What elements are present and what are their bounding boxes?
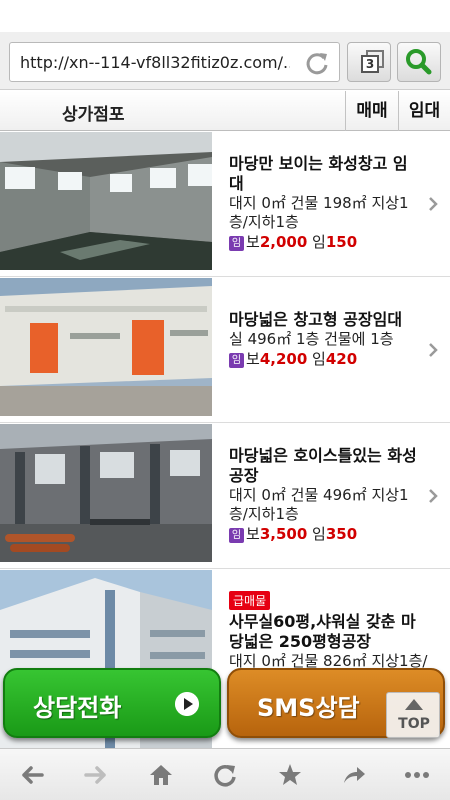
category-bar: 상가점포 매매 임대 (0, 91, 450, 131)
rent-badge: 임 (229, 353, 244, 368)
rent-value: 150 (325, 233, 358, 251)
address-bar[interactable]: http://xn--114-vf8ll32fitiz0z.com/... (9, 42, 340, 82)
rent-badge: 임 (229, 528, 244, 543)
sms-consult-label: SMS상담 (257, 694, 360, 722)
listing-price: 임 보3,500 임350 (229, 524, 419, 544)
scroll-top-label: TOP (398, 716, 430, 732)
listing-desc: 실 496㎡ 1층 건물에 1층 (229, 330, 394, 348)
deposit-label: 보 (246, 525, 260, 543)
listing-info: 마당만 보이는 화성창고 임대 대지 0㎡ 건물 198㎡ 지상1층/지하1층 … (229, 154, 419, 252)
deposit-value: 3,500 (259, 525, 308, 543)
deposit-label: 보 (246, 233, 260, 251)
browser-bottom-toolbar (0, 748, 450, 800)
listing-info: 마당넓은 창고형 공장임대 실 496㎡ 1층 건물에 1층 임 보4,200 임… (229, 310, 419, 369)
reload-icon[interactable] (303, 49, 331, 77)
arrow-up-icon (405, 699, 423, 710)
rent-badge: 임 (229, 236, 244, 251)
tab-switcher-button[interactable]: 3 (347, 42, 391, 82)
listing-info: 마당넓은 호이스틀있는 화성공장 대지 0㎡ 건물 496㎡ 지상1층/지하1층… (229, 446, 419, 544)
refresh-icon[interactable] (211, 761, 239, 789)
share-icon[interactable] (340, 761, 368, 789)
listing-price: 임 보4,200 임420 (229, 349, 419, 369)
rent-value: 350 (325, 525, 358, 543)
tab-count: 3 (361, 55, 379, 73)
listing-item[interactable]: 마당넓은 창고형 공장임대 실 496㎡ 1층 건물에 1층 임 보4,200 임… (0, 278, 450, 423)
call-consult-button[interactable]: 상담전화 (3, 668, 221, 738)
listing-title: 사무실60평,샤워실 갖춘 마당넓은 250평형공장 (229, 612, 416, 651)
tab-sale[interactable]: 매매 (345, 91, 398, 131)
deposit-value: 2,000 (259, 233, 308, 251)
listing-photo (0, 424, 212, 562)
back-icon[interactable] (18, 761, 46, 789)
rent-label: 임 (312, 233, 326, 251)
listing-price: 임 보2,000 임150 (229, 232, 419, 252)
url-text[interactable]: http://xn--114-vf8ll32fitiz0z.com/... (20, 53, 290, 72)
category-title: 상가점포 (62, 105, 125, 125)
tab-rent[interactable]: 임대 (398, 91, 450, 131)
forward-icon[interactable] (82, 761, 110, 789)
rent-label: 임 (312, 350, 326, 368)
chevron-right-icon (429, 489, 438, 503)
chevron-right-icon (429, 343, 438, 357)
home-icon[interactable] (147, 761, 175, 789)
call-consult-label: 상담전화 (33, 694, 122, 722)
listing-item[interactable]: 마당만 보이는 화성창고 임대 대지 0㎡ 건물 198㎡ 지상1층/지하1층 … (0, 132, 450, 277)
listing-item[interactable]: 마당넓은 호이스틀있는 화성공장 대지 0㎡ 건물 496㎡ 지상1층/지하1층… (0, 424, 450, 569)
listing-title: 마당만 보이는 화성창고 임대 (229, 154, 408, 193)
play-icon (175, 692, 199, 716)
deposit-value: 4,200 (259, 350, 308, 368)
search-icon (406, 49, 432, 75)
listing-photo (0, 132, 212, 270)
listing-title: 마당넓은 창고형 공장임대 (229, 310, 403, 329)
chevron-right-icon (429, 197, 438, 211)
listing-desc: 대지 0㎡ 건물 496㎡ 지상1층/지하1층 (229, 486, 409, 523)
rent-label: 임 (312, 525, 326, 543)
star-icon[interactable] (276, 761, 304, 789)
deposit-label: 보 (246, 350, 260, 368)
search-button[interactable] (397, 42, 441, 82)
scroll-top-button[interactable]: TOP (386, 692, 440, 738)
listing-title: 마당넓은 호이스틀있는 화성공장 (229, 446, 417, 485)
browser-toolbar: http://xn--114-vf8ll32fitiz0z.com/... 3 (0, 32, 450, 90)
more-icon[interactable] (403, 761, 431, 789)
rent-value: 420 (325, 350, 358, 368)
listing-photo (0, 278, 212, 416)
hot-deal-badge: 급매물 (229, 591, 271, 610)
status-strip (0, 0, 450, 32)
listing-desc: 대지 0㎡ 건물 198㎡ 지상1층/지하1층 (229, 194, 409, 231)
